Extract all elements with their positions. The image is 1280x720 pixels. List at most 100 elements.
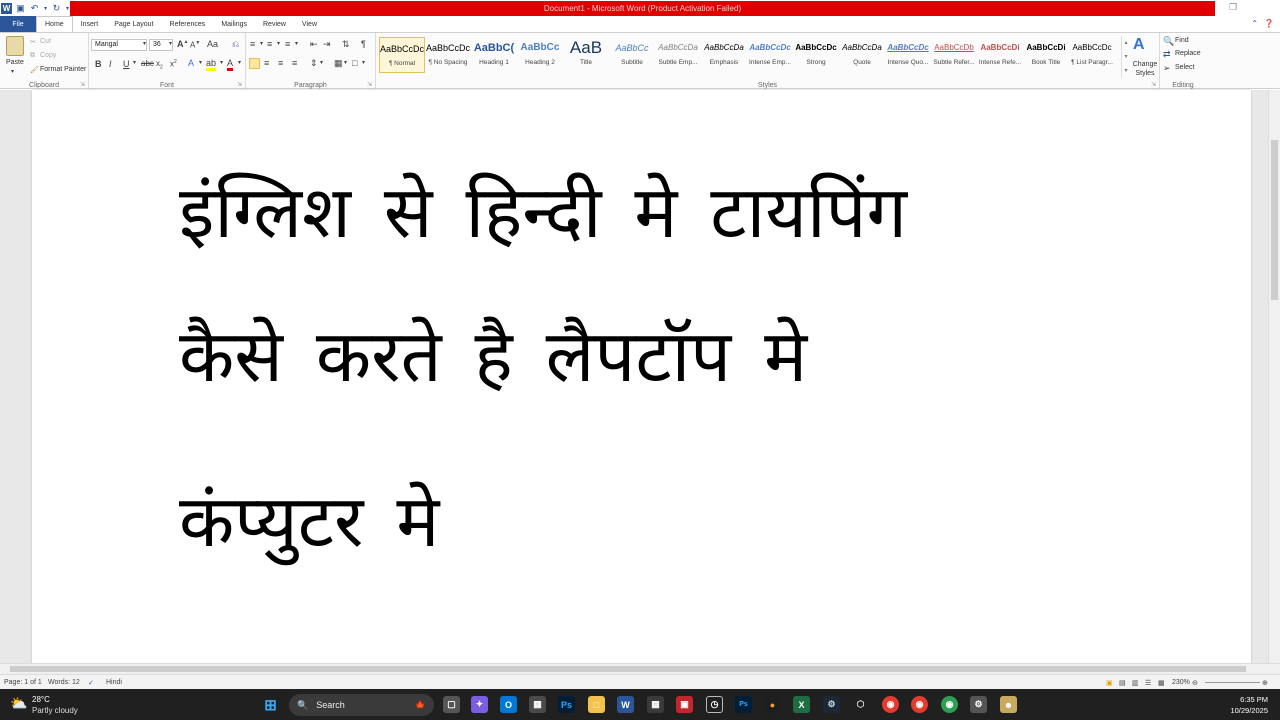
web-layout-icon[interactable]: ▥ — [1132, 679, 1139, 687]
proofing-icon[interactable]: ✓ — [88, 679, 94, 687]
tab-references[interactable]: References — [162, 16, 214, 32]
tab-insert[interactable]: Insert — [73, 16, 107, 32]
shading-icon[interactable]: ▦ — [334, 58, 343, 69]
styles-gallery-scroll[interactable]: ▴ ▾ ▾ — [1121, 36, 1130, 78]
font-family-dropdown-icon[interactable]: ▾ — [143, 40, 146, 47]
align-right-icon[interactable]: ≡ — [278, 58, 283, 68]
increase-indent-icon[interactable]: ⇥ — [323, 39, 331, 50]
multilevel-list-dropdown-icon[interactable]: ▾ — [295, 40, 298, 47]
font-size-dropdown-icon[interactable]: ▾ — [169, 40, 172, 47]
subscript-icon[interactable]: x2 — [156, 59, 163, 71]
horizontal-scroll-thumb[interactable] — [10, 666, 1246, 672]
font-launcher-icon[interactable]: ⇲ — [237, 81, 242, 88]
vertical-scrollbar[interactable] — [1268, 90, 1280, 663]
tab-home[interactable]: Home — [36, 16, 73, 32]
numbering-dropdown-icon[interactable]: ▾ — [277, 40, 280, 47]
highlight-dropdown-icon[interactable]: ▾ — [220, 59, 223, 66]
style-subtle-reference[interactable]: AaBbCcDb Subtle Refer... — [931, 37, 977, 73]
clear-formatting-icon[interactable]: ⎌ — [232, 39, 239, 50]
bullets-icon[interactable]: ≡ — [250, 39, 255, 49]
style-intense-quote[interactable]: AaBbCcDc Intense Quo... — [885, 37, 931, 73]
format-painter-button[interactable]: Format Painter — [40, 66, 86, 73]
scissors-icon[interactable]: ✂ — [30, 38, 36, 46]
tab-file[interactable]: File — [0, 16, 36, 32]
excel-icon[interactable]: X — [793, 696, 810, 713]
windows-start-icon[interactable]: ⊞ — [262, 696, 279, 714]
align-left-icon[interactable] — [249, 58, 260, 69]
paragraph-launcher-icon[interactable]: ⇲ — [367, 81, 372, 88]
word-count[interactable]: Words: 12 — [48, 679, 80, 686]
help-icon[interactable]: ❓ — [1264, 19, 1274, 28]
style-emphasis[interactable]: AaBbCcDa Emphasis — [701, 37, 747, 73]
style-heading-2[interactable]: AaBbCc Heading 2 — [517, 37, 563, 73]
document-page[interactable]: इंग्लिश से हिन्दी मे टायपिंग कैसे करते ह… — [32, 90, 1251, 663]
outlook-icon[interactable]: O — [500, 696, 517, 713]
undo-dropdown-icon[interactable]: ▾ — [43, 3, 48, 14]
full-screen-reading-icon[interactable]: ▤ — [1119, 679, 1126, 687]
undo-icon[interactable]: ↶ — [29, 3, 40, 14]
calculator-icon[interactable]: ▦ — [529, 696, 546, 713]
style-normal[interactable]: AaBbCcDc ¶ Normal — [379, 37, 425, 73]
tab-mailings[interactable]: Mailings — [213, 16, 255, 32]
highlight-icon[interactable]: ab — [206, 58, 217, 71]
shrink-font-icon[interactable]: A▼ — [190, 40, 200, 50]
grow-font-icon[interactable]: A▲ — [177, 39, 188, 49]
bold-icon[interactable]: B — [95, 59, 102, 69]
align-center-icon[interactable]: ≡ — [264, 58, 269, 68]
find-button[interactable]: Find — [1175, 37, 1189, 44]
style-intense-reference[interactable]: AaBbCcDi Intense Refe... — [977, 37, 1023, 73]
style-heading-1[interactable]: AaBbC( Heading 1 — [471, 37, 517, 73]
horizontal-scrollbar[interactable] — [0, 663, 1280, 674]
photoshop-icon[interactable]: Ps — [558, 696, 575, 713]
font-family-select[interactable]: Mangal — [91, 39, 147, 51]
restore-window-icon[interactable]: ❐ — [1229, 2, 1237, 13]
tab-page-layout[interactable]: Page Layout — [106, 16, 161, 32]
copilot-icon[interactable]: ✦ — [471, 696, 488, 713]
style-strong[interactable]: AaBbCcDc Strong — [793, 37, 839, 73]
paste-dropdown-icon[interactable]: ▾ — [11, 68, 14, 75]
select-icon[interactable]: ➢ — [1163, 63, 1171, 74]
decrease-indent-icon[interactable]: ⇤ — [310, 39, 318, 50]
task-view-icon[interactable]: ▢ — [443, 696, 460, 713]
style-intense-emphasis[interactable]: AaBbCcDc Intense Emp... — [747, 37, 793, 73]
show-formatting-icon[interactable]: ¶ — [361, 39, 366, 49]
multilevel-list-icon[interactable]: ≡ — [285, 39, 290, 49]
superscript-icon[interactable]: x2 — [170, 59, 177, 69]
zoom-level[interactable]: 230% — [1172, 679, 1190, 686]
more-styles-icon[interactable]: ▾ — [1122, 64, 1130, 78]
numbering-icon[interactable]: ≡ — [267, 39, 272, 49]
replace-icon[interactable]: ⇄ — [1163, 49, 1171, 60]
font-color-icon[interactable]: A — [227, 58, 234, 71]
change-styles-icon[interactable]: A — [1133, 36, 1145, 54]
paste-button[interactable]: Paste — [6, 59, 24, 66]
zoom-out-icon[interactable]: ⊖ — [1192, 679, 1198, 687]
redo-icon[interactable]: ↻ — [51, 3, 62, 14]
word-taskbar-icon[interactable]: W — [617, 696, 634, 713]
line-spacing-icon[interactable]: ⇕ — [310, 58, 318, 69]
tab-review[interactable]: Review — [255, 16, 294, 32]
format-painter-icon[interactable]: 🖌 — [30, 66, 39, 74]
select-button[interactable]: Select — [1175, 64, 1194, 71]
document-line-1[interactable]: इंग्लिश से हिन्दी मे टायपिंग — [179, 176, 907, 248]
file-explorer-icon[interactable]: □ — [588, 696, 605, 713]
style-quote[interactable]: AaBbCcDa Quote — [839, 37, 885, 73]
unity-icon[interactable]: ⬡ — [852, 696, 869, 713]
taskbar-search[interactable]: 🔍 Search 🍁 — [289, 694, 434, 716]
copy-button[interactable]: Copy — [40, 52, 56, 59]
settings-icon[interactable]: ⚙ — [970, 696, 987, 713]
paste-icon[interactable] — [6, 36, 24, 56]
chrome-alt-icon[interactable]: ◉ — [941, 696, 958, 713]
clipboard-launcher-icon[interactable]: ⇲ — [80, 81, 85, 88]
cut-button[interactable]: Cut — [40, 38, 51, 45]
borders-icon[interactable]: □ — [352, 58, 357, 68]
copy-icon[interactable]: ⧉ — [30, 52, 35, 60]
italic-icon[interactable]: I — [109, 59, 112, 69]
steam-icon[interactable]: ⚙ — [823, 696, 840, 713]
style-subtitle[interactable]: AaBbCc Subtitle — [609, 37, 655, 73]
underline-icon[interactable]: U — [123, 59, 130, 69]
tab-view[interactable]: View — [294, 16, 325, 32]
styles-launcher-icon[interactable]: ⇲ — [1151, 81, 1156, 88]
replace-button[interactable]: Replace — [1175, 50, 1201, 57]
font-color-dropdown-icon[interactable]: ▾ — [238, 59, 241, 66]
line-spacing-dropdown-icon[interactable]: ▾ — [320, 59, 323, 66]
